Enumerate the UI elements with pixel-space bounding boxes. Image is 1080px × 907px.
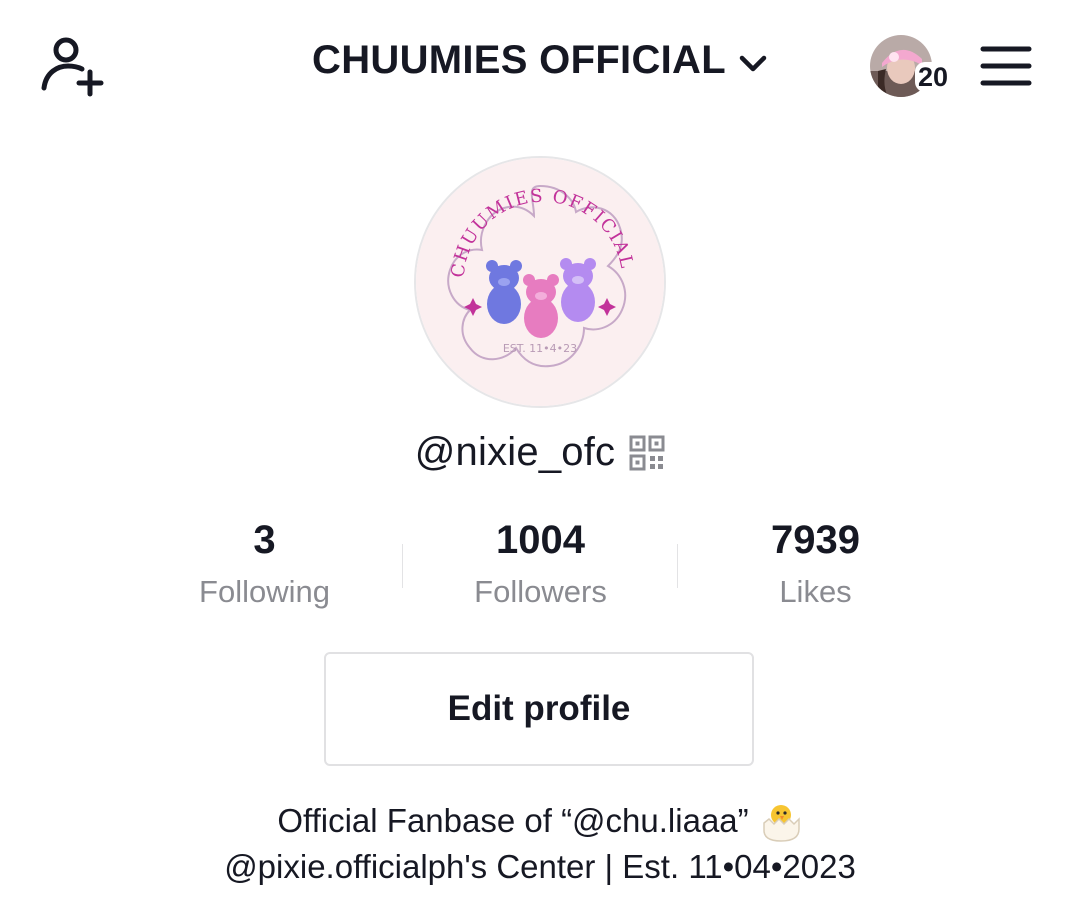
account-switcher-button[interactable]: CHUUMIES OFFICIAL xyxy=(312,38,768,83)
bio-text-1: Official Fanbase of “@chu.liaaa” xyxy=(277,802,749,839)
profile-bio: Official Fanbase of “@chu.liaaa” @pixie.… xyxy=(0,798,1080,890)
bio-line-2: @pixie.officialph's Center | Est. 11•04•… xyxy=(0,844,1080,890)
profile-stats: 3 Following 1004 Followers 7939 Likes xyxy=(127,514,953,624)
profile-views-count: 20 xyxy=(915,62,952,92)
top-bar: CHUUMIES OFFICIAL 20 xyxy=(0,0,1080,130)
chevron-down-icon xyxy=(739,55,767,71)
username-handle: @nixie_ofc xyxy=(414,430,616,474)
purple-bear-icon xyxy=(560,258,596,322)
stat-likes[interactable]: 7939 Likes xyxy=(678,514,953,614)
chuumies-logo: CHUUMIES OFFICIAL EST. 11•4•23 xyxy=(416,158,664,406)
handle-row: @nixie_ofc xyxy=(0,430,1080,475)
following-label: Following xyxy=(199,574,330,609)
edit-profile-button[interactable]: Edit profile xyxy=(324,652,754,766)
likes-count: 7939 xyxy=(771,518,860,562)
following-count: 3 xyxy=(253,518,276,562)
followers-count: 1004 xyxy=(496,518,585,562)
bio-text-2: @pixie.officialph's Center | Est. 11•04•… xyxy=(224,848,856,885)
qr-code-icon[interactable] xyxy=(629,435,665,471)
profile-avatar[interactable]: CHUUMIES OFFICIAL EST. 11•4•23 xyxy=(414,156,666,408)
followers-label: Followers xyxy=(474,574,607,609)
pink-bear-icon xyxy=(523,274,559,338)
hatching-chick-emoji-icon xyxy=(762,805,800,842)
stat-followers[interactable]: 1004 Followers xyxy=(403,514,678,614)
account-title: CHUUMIES OFFICIAL xyxy=(312,38,726,82)
menu-icon[interactable] xyxy=(980,44,1032,88)
stat-following[interactable]: 3 Following xyxy=(127,514,402,614)
bio-line-1: Official Fanbase of “@chu.liaaa” xyxy=(0,798,1080,844)
avatar-est-text: EST. 11•4•23 xyxy=(503,342,577,355)
likes-label: Likes xyxy=(779,574,852,609)
blue-bear-icon xyxy=(486,260,522,324)
